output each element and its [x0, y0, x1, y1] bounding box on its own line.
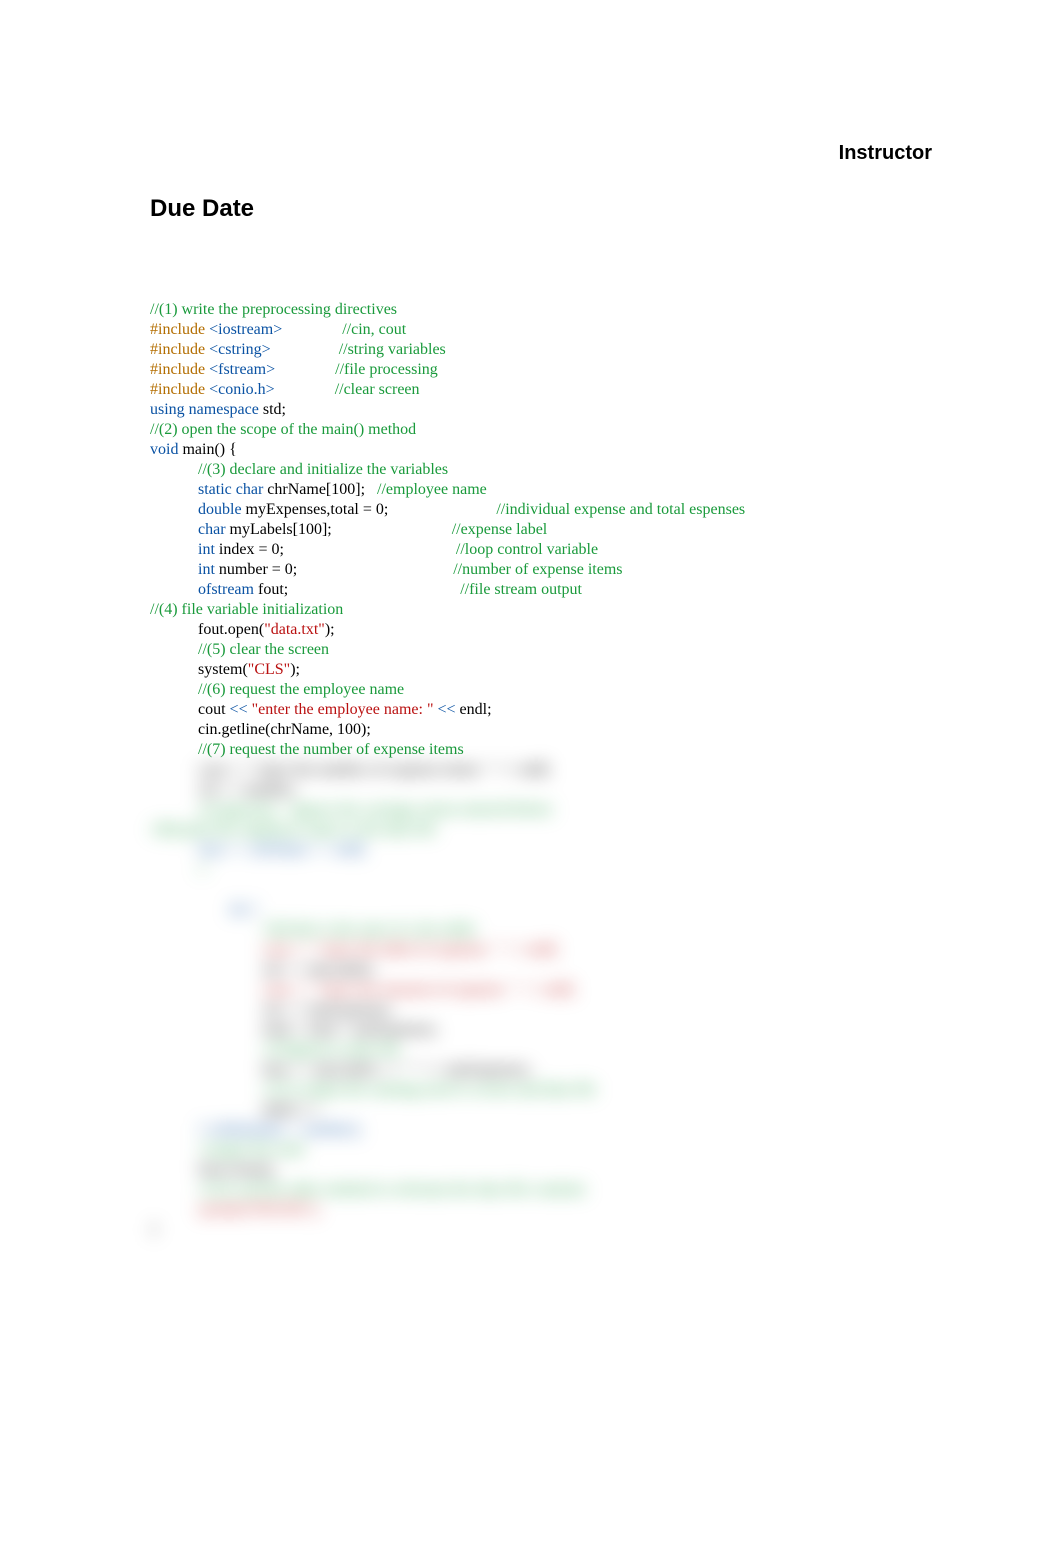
- double-kw: double: [198, 501, 242, 518]
- system-c: );: [290, 661, 300, 678]
- ofstream-kw: ofstream: [198, 581, 254, 598]
- fout-decl: fout;: [254, 581, 288, 598]
- int-kw: int: [198, 541, 215, 558]
- main-sig: main() {: [182, 441, 236, 458]
- comment-string: //string variables: [339, 341, 446, 358]
- getline: cin.getline(chrName, 100);: [198, 721, 371, 738]
- number-decl: number = 0;: [215, 561, 297, 578]
- comment-6: //(6) request the employee name: [198, 681, 404, 698]
- comment-1: //(1) write the preprocessing directives: [150, 301, 397, 318]
- comment-3: //(3) declare and initialize the variabl…: [198, 461, 448, 478]
- page: Instructor Due Date //(1) write the prep…: [0, 0, 1062, 1556]
- comment-loop: //loop control variable: [456, 541, 598, 558]
- comment-label: //expense label: [452, 521, 548, 538]
- header-fstream: <fstream>: [209, 361, 275, 378]
- due-date-label: Due Date: [150, 195, 254, 223]
- fout-open-a: fout.open(: [198, 621, 264, 638]
- header-conio: <conio.h>: [209, 381, 275, 398]
- char-kw: char: [198, 521, 226, 538]
- str-emp: "enter the employee name: ": [252, 701, 434, 718]
- blurred-region: cout << "enter the number of expense ite…: [150, 761, 596, 1238]
- instructor-label: Instructor: [839, 142, 932, 165]
- include-kw: #include: [150, 381, 205, 398]
- lt-op2: <<: [433, 701, 455, 718]
- labels-decl: myLabels[100];: [226, 521, 332, 538]
- comment-5: //(5) clear the screen: [198, 641, 329, 658]
- comment-file: //file processing: [335, 361, 438, 378]
- code-block: //(1) write the preprocessing directives…: [150, 280, 745, 1240]
- comment-cin: //cin, cout: [342, 321, 406, 338]
- comment-num: //number of expense items: [453, 561, 622, 578]
- include-kw: #include: [150, 361, 205, 378]
- void-kw: void: [150, 441, 178, 458]
- comment-clear: //clear screen: [335, 381, 420, 398]
- header-iostream: <iostream>: [209, 321, 282, 338]
- index-decl: index = 0;: [215, 541, 284, 558]
- lt-op: <<: [226, 701, 252, 718]
- comment-7: //(7) request the number of expense item…: [198, 741, 464, 758]
- myexp-decl: myExpenses,total = 0;: [242, 501, 389, 518]
- int-kw: int: [198, 561, 215, 578]
- comment-2: //(2) open the scope of the main() metho…: [150, 421, 416, 438]
- comment-4: //(4) file variable initialization: [150, 601, 343, 618]
- fout-open-c: );: [325, 621, 335, 638]
- include-kw: #include: [150, 321, 205, 338]
- static-char-kw: static char: [198, 481, 263, 498]
- endl: endl;: [460, 701, 492, 718]
- comment-ind: //individual expense and total espenses: [496, 501, 745, 518]
- comment-emp: //employee name: [377, 481, 487, 498]
- include-kw: #include: [150, 341, 205, 358]
- header-cstring: <cstring>: [209, 341, 271, 358]
- using-kw: using namespace: [150, 401, 259, 418]
- cout-kw: cout: [198, 701, 226, 718]
- fout-open-str: "data.txt": [264, 621, 325, 638]
- system-str: "CLS": [248, 661, 290, 678]
- system-a: system(: [198, 661, 248, 678]
- chrname-decl: chrName[100];: [263, 481, 377, 498]
- comment-stream: //file stream output: [460, 581, 582, 598]
- std: std;: [263, 401, 286, 418]
